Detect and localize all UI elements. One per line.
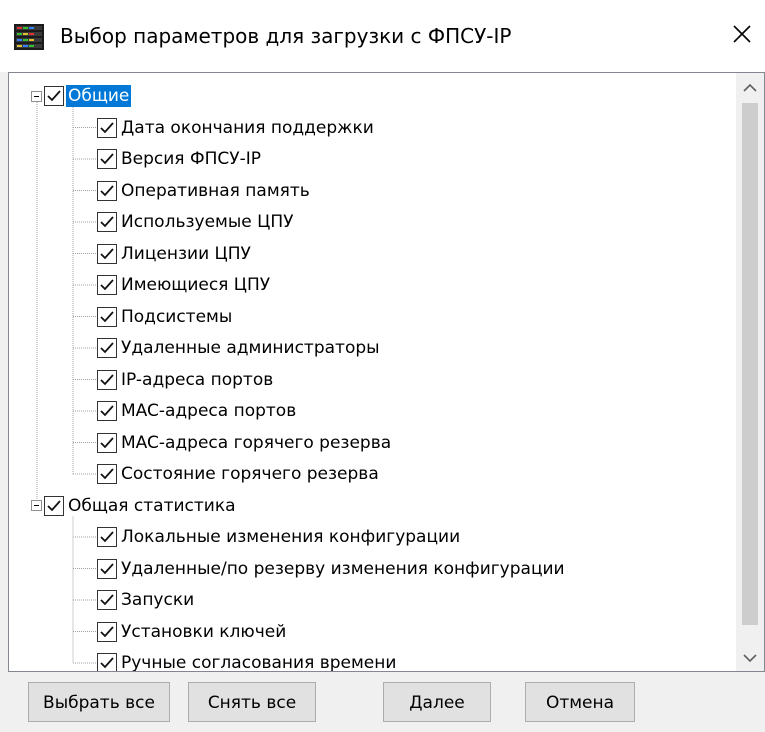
tree-group-node[interactable]: Общие [31,83,132,109]
tree-item-label[interactable]: MAC-адреса горячего резерва [119,432,393,454]
item-checkbox[interactable] [97,338,117,358]
item-checkbox[interactable] [97,558,117,579]
tree-item-label[interactable]: Удаленные/по резерву изменения конфигура… [119,558,567,580]
tree-item-node[interactable]: Подсистемы [97,304,234,330]
tree-item-label[interactable]: IP-адреса портов [119,369,275,391]
vertical-scrollbar[interactable] [736,73,764,671]
tree-group-label[interactable]: Общие [66,85,132,107]
tree-item-node[interactable]: Версия ФПСУ-IP [97,146,263,172]
dialog-window: Выбор параметров для загрузки с ФПСУ-IP … [0,0,765,732]
chevron-down-icon [743,648,757,667]
tree-item-label[interactable]: Имеющиеся ЦПУ [119,274,272,296]
tree-item-node[interactable]: Состояние горячего резерва [97,461,381,487]
tree-item-node[interactable]: Используемые ЦПУ [97,209,295,235]
close-button[interactable] [719,14,765,58]
tree-item-node[interactable]: Дата окончания поддержки [97,115,376,141]
tree-item-node[interactable]: Установки ключей [97,619,288,645]
tree-item-node[interactable]: Оперативная память [97,178,312,204]
tree-item-node[interactable]: Лицензии ЦПУ [97,241,253,267]
item-checkbox[interactable] [97,621,117,642]
server-rack-icon [14,22,44,52]
tree-item-label[interactable]: Удаленные администраторы [119,337,382,359]
tree-item-node[interactable]: Удаленные администраторы [97,335,382,361]
tree-item-node[interactable]: IP-адреса портов [97,367,275,393]
item-checkbox[interactable] [97,243,117,264]
tree-item-node[interactable]: Запуски [97,587,196,613]
item-checkbox[interactable] [97,117,117,138]
close-icon [732,24,752,48]
tree-item-label[interactable]: MAC-адреса портов [119,400,298,422]
group-checkbox[interactable] [44,86,64,106]
item-checkbox[interactable] [97,527,117,547]
item-checkbox[interactable] [97,653,117,671]
tree-item-label[interactable]: Запуски [119,589,196,611]
chevron-up-icon [743,78,757,97]
tree-item-label[interactable]: Локальные изменения конфигурации [119,526,462,548]
tree-item-label[interactable]: Подсистемы [119,306,234,328]
tree-item-label[interactable]: Состояние горячего резерва [119,463,381,485]
item-checkbox[interactable] [97,180,117,201]
tree-item-label[interactable]: Используемые ЦПУ [119,211,295,233]
tree-item-node[interactable]: Локальные изменения конфигурации [97,524,462,550]
item-checkbox[interactable] [97,369,117,390]
item-checkbox[interactable] [97,149,117,169]
item-checkbox[interactable] [97,464,117,484]
title-bar: Выбор параметров для загрузки с ФПСУ-IP [0,0,765,72]
clear-all-button[interactable]: Снять все [188,682,316,722]
next-button[interactable]: Далее [383,682,491,722]
tree-item-node[interactable]: Ручные согласования времени [97,650,398,671]
tree-item-label[interactable]: Лицензии ЦПУ [119,243,253,265]
tree-item-label[interactable]: Установки ключей [119,621,288,643]
tree-item-node[interactable]: MAC-адреса горячего резерва [97,430,393,456]
cancel-button[interactable]: Отмена [525,682,635,722]
tree-item-label[interactable]: Дата окончания поддержки [119,117,376,139]
collapse-toggle-icon[interactable] [31,500,42,511]
tree-item-node[interactable]: Имеющиеся ЦПУ [97,272,272,298]
item-checkbox[interactable] [97,275,117,295]
window-title: Выбор параметров для загрузки с ФПСУ-IP [60,24,512,48]
tree-group-node[interactable]: Общая статистика [31,493,238,519]
tree-item-node[interactable]: Удаленные/по резерву изменения конфигура… [97,556,567,582]
item-checkbox[interactable] [97,401,117,421]
select-all-button[interactable]: Выбрать все [28,682,170,722]
tree-item-label[interactable]: Ручные согласования времени [119,652,398,671]
tree-item-node[interactable]: MAC-адреса портов [97,398,298,424]
item-checkbox[interactable] [97,306,117,327]
tree-item-label[interactable]: Оперативная память [119,180,312,202]
parameter-tree-panel: Общие Дата окончания поддержки Версия ФПСУ… [8,72,765,672]
scrollbar-thumb[interactable] [742,103,758,625]
tree-item-label[interactable]: Версия ФПСУ-IP [119,148,263,170]
scroll-up-button[interactable] [736,73,764,101]
item-checkbox[interactable] [97,212,117,232]
item-checkbox[interactable] [97,432,117,453]
scroll-down-button[interactable] [736,643,764,671]
parameter-tree[interactable]: Общие Дата окончания поддержки Версия ФПСУ… [9,73,737,671]
item-checkbox[interactable] [97,590,117,610]
group-checkbox[interactable] [44,495,64,516]
tree-group-label[interactable]: Общая статистика [66,495,238,517]
collapse-toggle-icon[interactable] [31,90,42,102]
